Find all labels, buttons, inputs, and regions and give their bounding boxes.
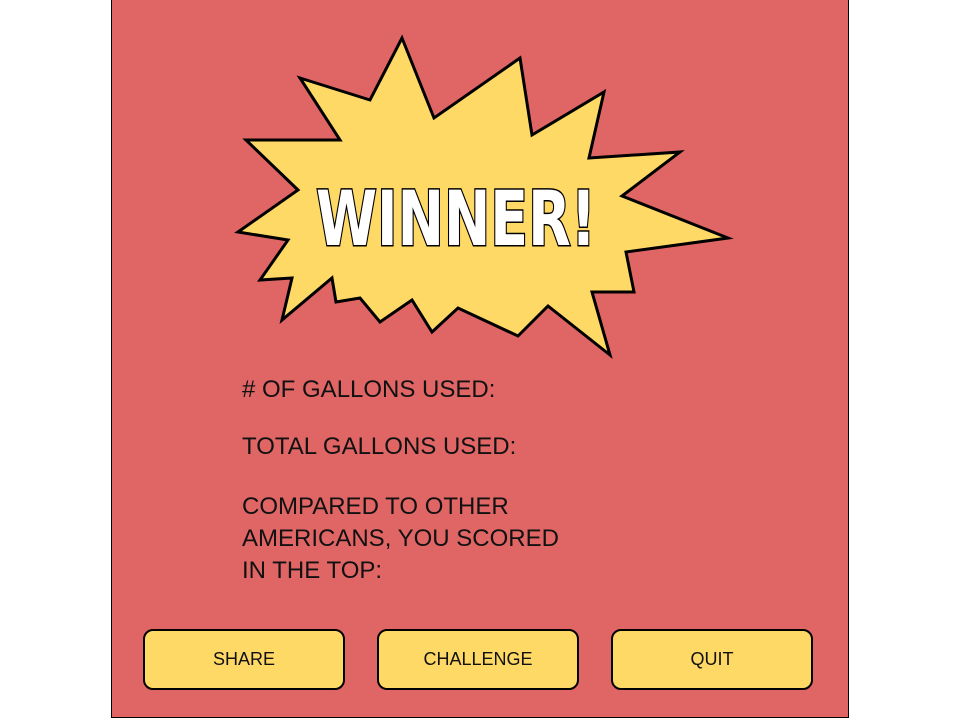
compared-ranking-label: COMPARED TO OTHER AMERICANS, YOU SCORED … [242,493,559,584]
winner-headline: WINNER! [316,174,596,263]
quit-button[interactable]: QUIT [611,629,813,690]
total-gallons-label: TOTAL GALLONS USED: [242,433,517,460]
winner-burst: WINNER! [234,34,734,360]
challenge-button[interactable]: CHALLENGE [377,629,579,690]
quit-button-label: QUIT [690,649,734,669]
share-button[interactable]: SHARE [143,629,345,690]
challenge-button-label: CHALLENGE [423,649,533,669]
share-button-label: SHARE [212,649,275,669]
gallons-used-label: # OF GALLONS USED: [242,376,496,403]
